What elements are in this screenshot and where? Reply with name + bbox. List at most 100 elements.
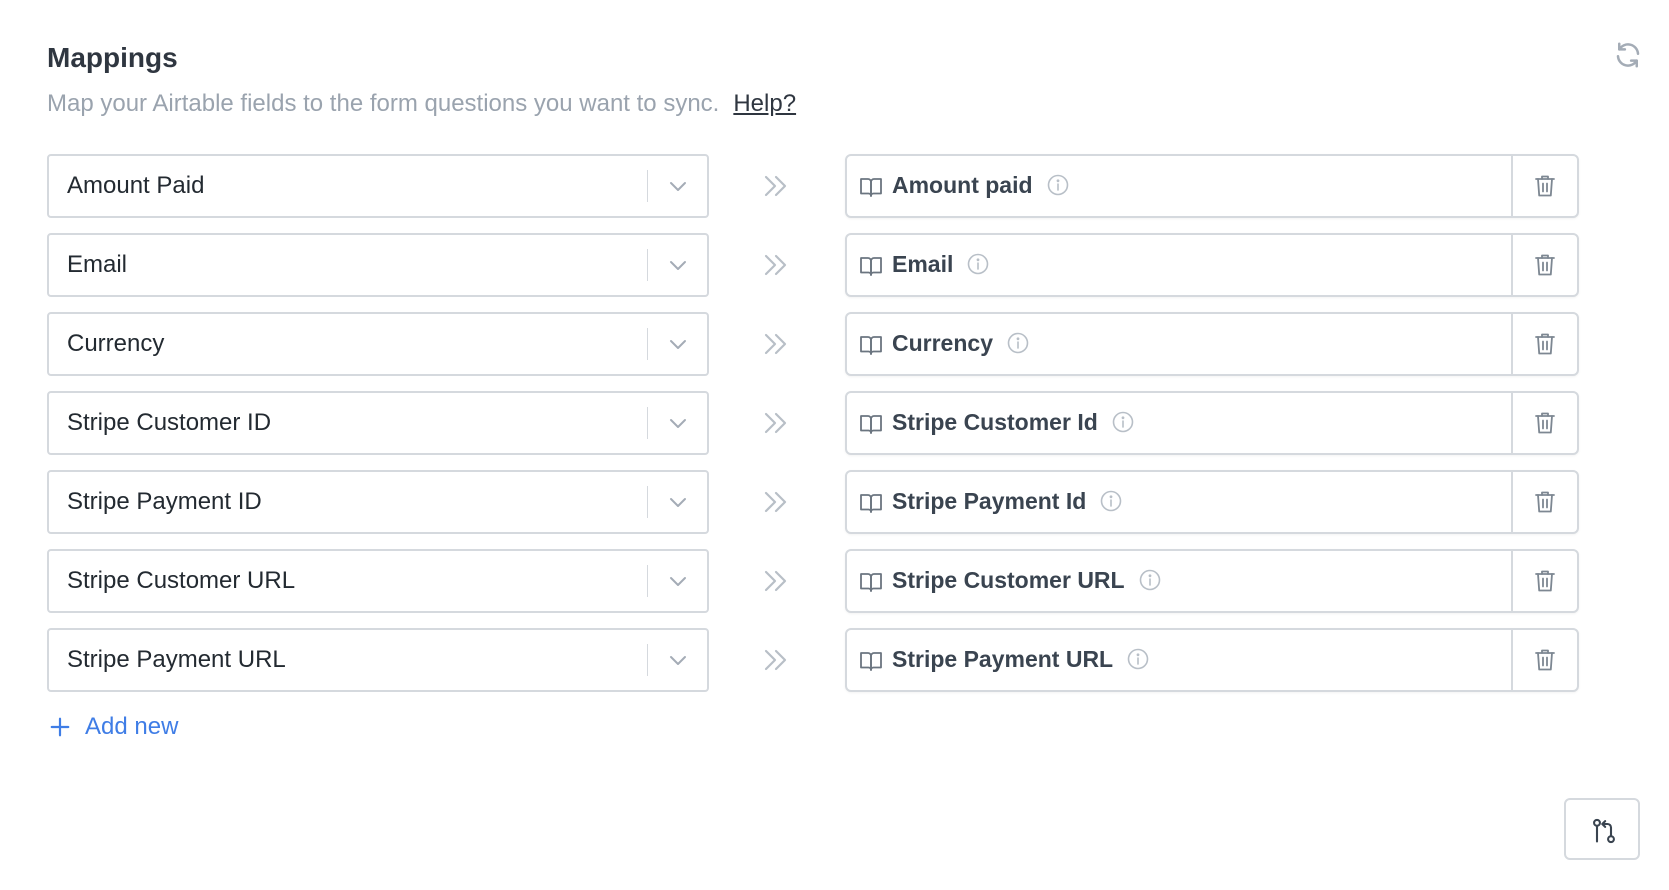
airtable-field-value: Email — [67, 251, 128, 278]
target-divider — [1511, 472, 1513, 532]
mapping-row: Email Email — [47, 233, 1587, 297]
form-question-label: Amount paid — [892, 156, 1069, 214]
trash-icon[interactable] — [1533, 410, 1557, 436]
trash-icon[interactable] — [1533, 331, 1557, 357]
select-divider — [647, 249, 648, 281]
form-question: Stripe Customer URL — [845, 549, 1579, 613]
chevron-down-icon[interactable] — [666, 174, 690, 198]
form-question: Stripe Customer Id — [845, 391, 1579, 455]
trash-icon[interactable] — [1533, 173, 1557, 199]
airtable-field-select[interactable]: Email — [47, 233, 709, 297]
info-icon[interactable] — [967, 253, 989, 275]
select-divider — [647, 565, 648, 597]
target-divider — [1511, 551, 1513, 611]
book-icon — [860, 178, 882, 197]
chevron-down-icon[interactable] — [666, 411, 690, 435]
page-title: Mappings — [47, 42, 178, 73]
form-question: Amount paid — [845, 154, 1579, 218]
form-question-text: Stripe Payment Id — [892, 488, 1087, 514]
target-divider — [1511, 156, 1513, 216]
select-divider — [647, 170, 648, 202]
mapping-row: Amount Paid Amount paid — [47, 154, 1587, 218]
double-chevron-right-icon — [764, 412, 787, 434]
mapping-row: Stripe Customer ID Stripe Customer Id — [47, 391, 1587, 455]
airtable-field-value: Stripe Payment URL — [67, 646, 286, 673]
git-pull-request-icon — [1593, 818, 1615, 844]
airtable-field-select[interactable]: Stripe Payment ID — [47, 470, 709, 534]
info-icon[interactable] — [1139, 569, 1161, 591]
chevron-down-icon[interactable] — [666, 569, 690, 593]
double-chevron-right-icon — [764, 333, 787, 355]
trash-icon[interactable] — [1533, 568, 1557, 594]
form-question-text: Stripe Payment URL — [892, 646, 1114, 672]
trash-icon[interactable] — [1533, 252, 1557, 278]
mapping-row: Stripe Payment ID Stripe Payment Id — [47, 470, 1587, 534]
info-icon[interactable] — [1127, 648, 1149, 670]
form-question: Stripe Payment Id — [845, 470, 1579, 534]
subtitle-text: Map your Airtable fields to the form que… — [47, 90, 720, 117]
info-icon[interactable] — [1112, 411, 1134, 433]
airtable-field-value: Amount Paid — [67, 172, 205, 199]
add-new-button[interactable]: Add new — [49, 713, 178, 741]
target-divider — [1511, 630, 1513, 690]
info-icon[interactable] — [1100, 490, 1122, 512]
form-question-text: Currency — [892, 330, 993, 356]
form-question: Stripe Payment URL — [845, 628, 1579, 692]
form-question-label: Stripe Payment URL — [892, 630, 1149, 688]
form-question-label: Stripe Customer Id — [892, 393, 1134, 451]
select-divider — [647, 644, 648, 676]
select-divider — [647, 407, 648, 439]
form-question: Currency — [845, 312, 1579, 376]
help-link[interactable]: Help? — [733, 90, 796, 117]
refresh-icon[interactable] — [1613, 40, 1643, 70]
airtable-field-select[interactable]: Stripe Payment URL — [47, 628, 709, 692]
info-icon[interactable] — [1007, 332, 1029, 354]
airtable-field-select[interactable]: Stripe Customer ID — [47, 391, 709, 455]
airtable-field-value: Stripe Customer ID — [67, 409, 272, 436]
form-question-text: Stripe Customer Id — [892, 409, 1098, 435]
form-question-label: Stripe Payment Id — [892, 472, 1122, 530]
airtable-field-value: Currency — [67, 330, 165, 357]
airtable-field-select[interactable]: Amount Paid — [47, 154, 709, 218]
trash-icon[interactable] — [1533, 647, 1557, 673]
target-divider — [1511, 314, 1513, 374]
chevron-down-icon[interactable] — [666, 490, 690, 514]
select-divider — [647, 328, 648, 360]
double-chevron-right-icon — [764, 491, 787, 513]
book-icon — [860, 257, 882, 276]
select-divider — [647, 486, 648, 518]
chevron-down-icon[interactable] — [666, 253, 690, 277]
target-divider — [1511, 393, 1513, 453]
form-question-label: Email — [892, 235, 989, 293]
airtable-field-select[interactable]: Currency — [47, 312, 709, 376]
book-icon — [860, 573, 882, 592]
git-pull-request-button[interactable] — [1564, 798, 1640, 860]
double-chevron-right-icon — [764, 175, 787, 197]
airtable-field-value: Stripe Customer URL — [67, 567, 296, 594]
airtable-field-value: Stripe Payment ID — [67, 488, 262, 515]
book-icon — [860, 494, 882, 513]
form-question-text: Amount paid — [892, 172, 1033, 198]
form-question-text: Stripe Customer URL — [892, 567, 1125, 593]
form-question: Email — [845, 233, 1579, 297]
book-icon — [860, 336, 882, 355]
book-icon — [860, 415, 882, 434]
double-chevron-right-icon — [764, 570, 787, 592]
page-subtitle: Map your Airtable fields to the form que… — [47, 88, 796, 120]
target-divider — [1511, 235, 1513, 295]
form-question-label: Stripe Customer URL — [892, 551, 1161, 609]
mapping-list: Amount Paid Amount paid Email Email Curr… — [47, 154, 1587, 707]
form-question-text: Email — [892, 251, 954, 277]
airtable-field-select[interactable]: Stripe Customer URL — [47, 549, 709, 613]
book-icon — [860, 652, 882, 671]
chevron-down-icon[interactable] — [666, 332, 690, 356]
trash-icon[interactable] — [1533, 489, 1557, 515]
mapping-row: Currency Currency — [47, 312, 1587, 376]
double-chevron-right-icon — [764, 649, 787, 671]
mapping-row: Stripe Payment URL Stripe Payment URL — [47, 628, 1587, 692]
plus-icon — [50, 717, 70, 737]
mapping-row: Stripe Customer URL Stripe Customer URL — [47, 549, 1587, 613]
info-icon[interactable] — [1047, 174, 1069, 196]
chevron-down-icon[interactable] — [666, 648, 690, 672]
double-chevron-right-icon — [764, 254, 787, 276]
